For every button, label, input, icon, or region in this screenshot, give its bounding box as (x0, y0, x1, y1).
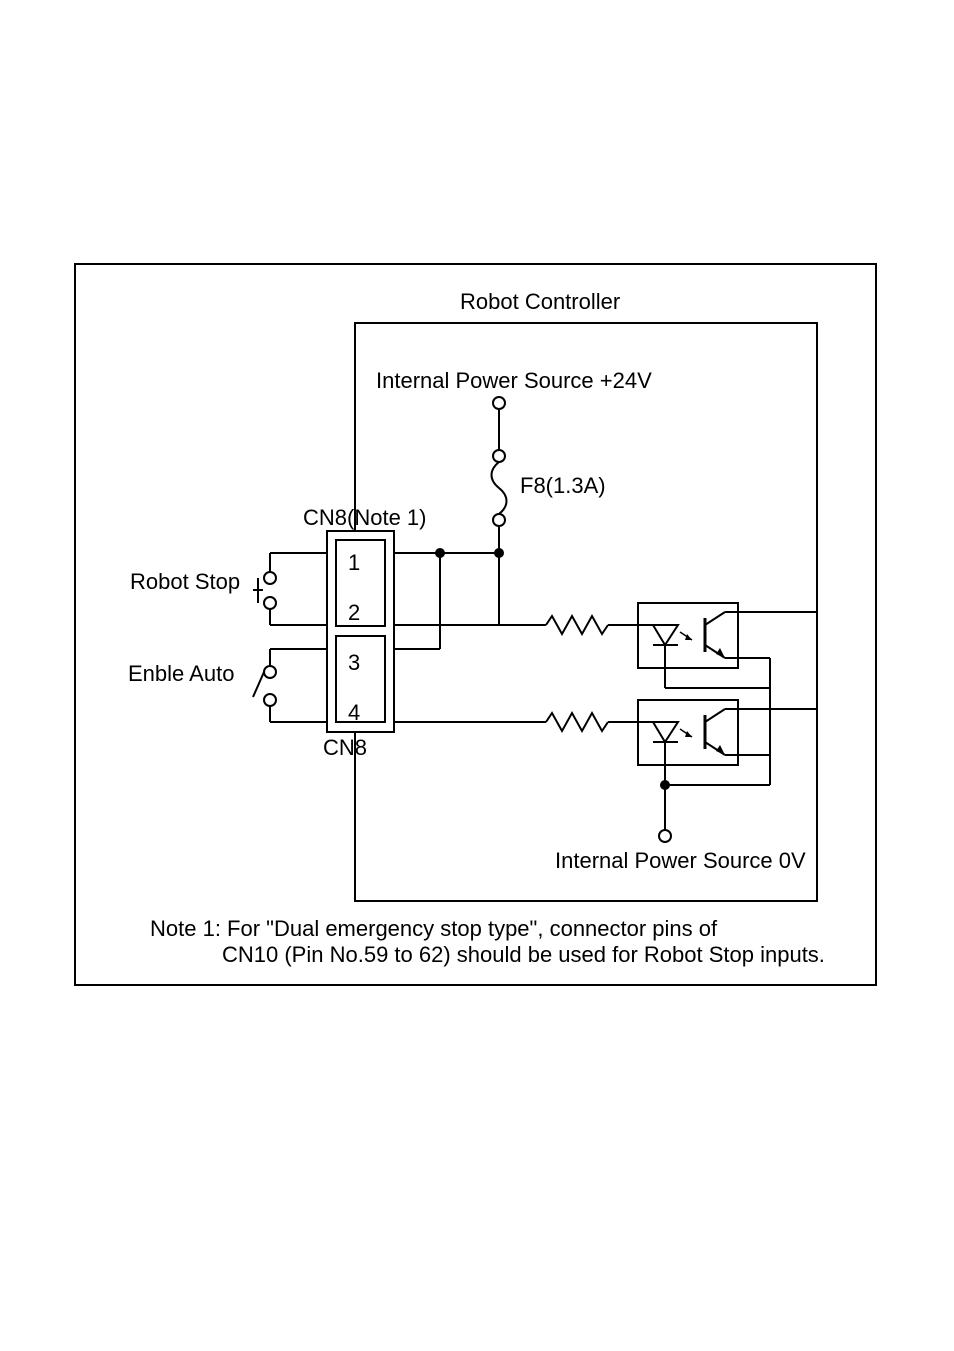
note1b-label: CN10 (Pin No.59 to 62) should be used fo… (222, 942, 825, 967)
resistor-1 (546, 616, 608, 634)
pin4-label: 4 (348, 700, 360, 725)
enable-auto-switch (253, 666, 276, 706)
cn8-top-label: CN8(Note 1) (303, 505, 426, 530)
opto-2 (638, 700, 738, 765)
note1a-label: Note 1: For "Dual emergency stop type", … (150, 916, 718, 941)
pin2-label: 2 (348, 600, 360, 625)
resistor-2 (546, 713, 608, 731)
robot-stop-switch (253, 572, 276, 609)
power0-terminal (659, 830, 671, 842)
cn8-outer (327, 531, 394, 732)
opto-1 (638, 603, 738, 668)
schematic-diagram: Robot Controller Internal Power Source +… (0, 0, 954, 1351)
fuse-symbol (492, 450, 507, 526)
pin1-label: 1 (348, 550, 360, 575)
title-label: Robot Controller (460, 289, 620, 314)
cn8-bot-label: CN8 (323, 735, 367, 760)
enable-auto-label: Enble Auto (128, 661, 234, 686)
robot-stop-label: Robot Stop (130, 569, 240, 594)
junction-dot (435, 548, 445, 558)
power24-label: Internal Power Source +24V (376, 368, 652, 393)
fuse-label: F8(1.3A) (520, 473, 606, 498)
pin3-label: 3 (348, 650, 360, 675)
power24-terminal (493, 397, 505, 409)
power0-label: Internal Power Source 0V (555, 848, 806, 873)
